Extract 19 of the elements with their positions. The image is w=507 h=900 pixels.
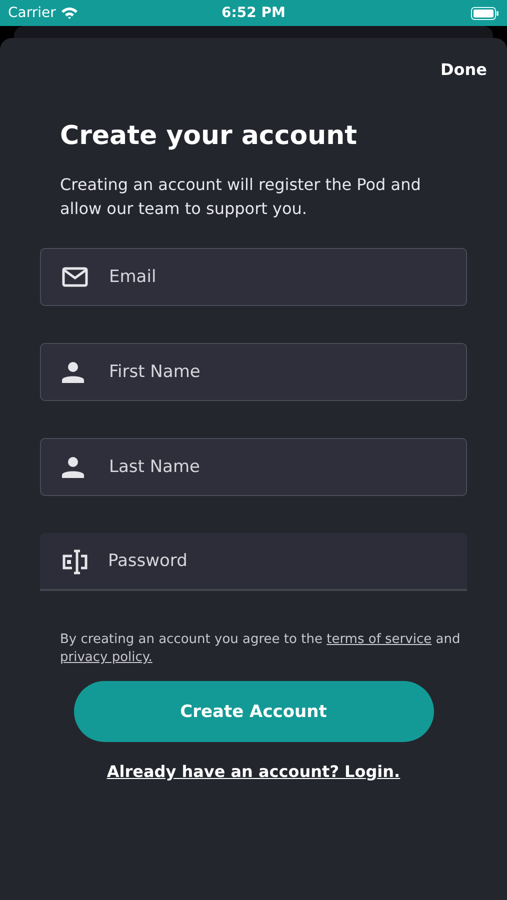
privacy-link[interactable]: privacy policy. [60, 650, 152, 665]
clock-time: 6:52 PM [222, 5, 286, 21]
page-title: Create your account [60, 121, 358, 151]
terms-notice: By creating an account you agree to the terms of service and privacy policy. [60, 631, 462, 667]
subtitle: Creating an account will register the Pod and allow our team to support you. [60, 174, 422, 220]
name-field[interactable]: First Name [40, 343, 467, 401]
wifi-icon [60, 7, 78, 19]
password-icon [62, 549, 88, 575]
person-icon [62, 456, 84, 478]
login-link[interactable]: Already have an account? Login. [106, 762, 400, 781]
email-field[interactable]: Email [40, 248, 467, 306]
person-icon [62, 361, 84, 383]
name-field[interactable]: Last Name [40, 438, 467, 496]
carrier-name: Carrier [8, 5, 56, 21]
battery-icon [471, 6, 499, 20]
done-button[interactable]: Done [440, 60, 487, 79]
envelope-icon [62, 267, 88, 287]
password-field[interactable]: Password [40, 533, 467, 591]
terms-link[interactable]: terms of service [326, 632, 432, 647]
